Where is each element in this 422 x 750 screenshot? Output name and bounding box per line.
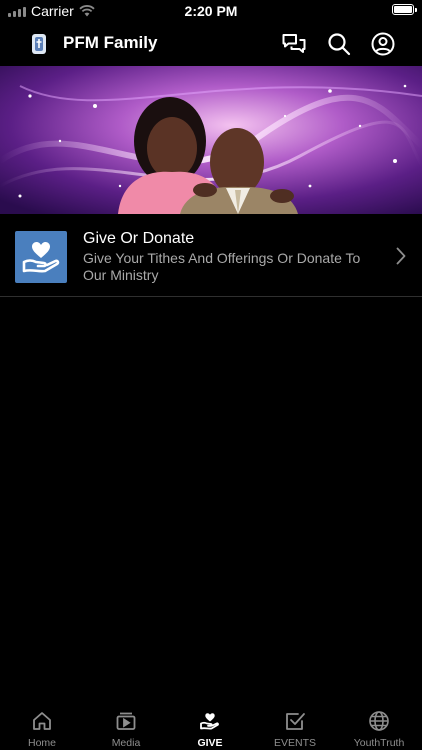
tab-media[interactable]: Media xyxy=(84,702,168,750)
chat-bubbles-icon[interactable] xyxy=(281,31,307,57)
status-time: 2:20 PM xyxy=(184,3,238,19)
battery-icon xyxy=(392,4,417,15)
tab-give[interactable]: GIVE xyxy=(168,702,252,750)
home-icon xyxy=(33,712,51,730)
ministry-banner-image xyxy=(0,66,422,214)
give-thumbnail xyxy=(15,231,67,283)
checkbox-icon xyxy=(286,713,305,730)
tab-events[interactable]: EVENTS xyxy=(253,702,337,750)
tab-home-label: Home xyxy=(27,737,56,749)
globe-icon xyxy=(369,711,389,731)
nav-bar: PFM Family xyxy=(0,22,422,66)
tab-events-label: EVENTS xyxy=(273,737,316,749)
banner-artwork xyxy=(0,66,422,214)
list-item-subtitle: Give Your Tithes And Offerings Or Donate… xyxy=(83,250,361,283)
media-play-icon xyxy=(116,712,136,730)
search-icon[interactable] xyxy=(326,31,352,57)
page-title: PFM Family xyxy=(63,33,158,52)
tab-give-label: GIVE xyxy=(197,737,223,749)
app-logo-icon xyxy=(32,34,46,54)
tab-bar: Home Media GIVE EVENTS YouthTruth xyxy=(0,702,422,750)
list-divider xyxy=(0,296,422,297)
profile-icon[interactable] xyxy=(370,31,396,57)
tab-youthtruth-label: YouthTruth xyxy=(353,737,405,749)
hand-heart-icon xyxy=(200,713,219,730)
list-item-give-or-donate[interactable]: Give Or Donate Give Your Tithes And Offe… xyxy=(0,217,422,295)
tab-home[interactable]: Home xyxy=(0,702,84,750)
tab-youthtruth[interactable]: YouthTruth xyxy=(337,702,421,750)
status-bar: Carrier 2:20 PM xyxy=(0,0,422,22)
list-item-title: Give Or Donate xyxy=(83,230,195,247)
chevron-right-icon xyxy=(396,247,406,265)
app-screen: Carrier 2:20 PM PFM Family Give Or Donat… xyxy=(0,0,422,750)
tab-media-label: Media xyxy=(111,737,141,749)
hand-heart-icon xyxy=(22,242,60,273)
